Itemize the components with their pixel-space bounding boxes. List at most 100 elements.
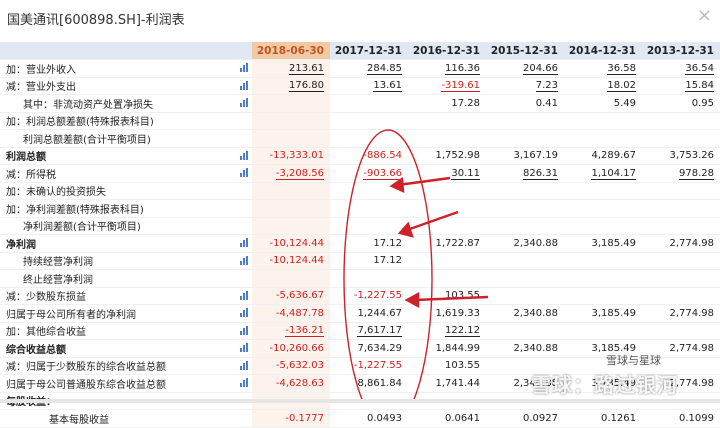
table-row[interactable]: 加：利润总额差额(特殊报表科目) (0, 112, 720, 130)
row-label: 终止经营净利润 (0, 269, 236, 288)
chart-icon-cell[interactable] (236, 357, 252, 375)
value-text: -1,227.55 (353, 290, 402, 302)
value-cell[interactable]: 15.84 (642, 77, 720, 95)
table-row[interactable]: 加：其他综合收益 -136.21 7,617.17 122.12 (0, 322, 720, 340)
bar-chart-icon[interactable] (239, 98, 249, 108)
chart-icon-cell (236, 112, 252, 130)
table-row[interactable]: 其中：非流动资产处置净损失 17.28 0.41 5.49 0.95 (0, 94, 720, 113)
value-cell (252, 217, 330, 235)
value-text: -0.1777 (285, 412, 324, 424)
bar-chart-icon[interactable] (239, 255, 249, 265)
value-text: -5,632.03 (275, 360, 324, 372)
bar-chart-icon[interactable] (239, 168, 249, 178)
bar-chart-icon[interactable] (239, 63, 249, 73)
table-row[interactable]: 加：营业外收入 213.61 284.85 116.36 204.66 36.58 36.5… (0, 59, 720, 78)
column-header[interactable]: 2017-12-31 (330, 42, 408, 60)
value-text: 2,340.88 (513, 237, 558, 249)
chart-icon-cell (236, 182, 252, 200)
chart-icon-cell[interactable] (236, 77, 252, 95)
value-text: 1,752.98 (435, 150, 480, 162)
value-cell (486, 217, 564, 235)
chart-icon-cell[interactable] (236, 374, 252, 393)
column-header[interactable]: 2016-12-31 (408, 42, 486, 60)
value-cell[interactable]: -319.61 (408, 77, 486, 95)
value-cell[interactable]: 204.66 (486, 59, 564, 78)
value-cell[interactable]: 176.80 (252, 77, 330, 95)
chart-icon-cell[interactable] (236, 59, 252, 78)
value-cell[interactable]: 36.54 (642, 59, 720, 78)
value-cell: 2,774.98 (642, 234, 720, 253)
value-cell[interactable]: 122.12 (408, 322, 486, 340)
table-row[interactable]: 净利润差额(合计平衡项目) (0, 217, 720, 235)
bar-chart-icon[interactable] (239, 238, 249, 248)
value-cell[interactable]: 30.11 (408, 164, 486, 183)
table-row[interactable]: 减：所得税 -3,208.56 -903.66 30.11 826.31 1,104.17… (0, 164, 720, 183)
column-header[interactable]: 2014-12-31 (564, 42, 642, 60)
chart-icon-cell[interactable] (236, 234, 252, 253)
close-icon[interactable]: × (697, 6, 712, 26)
value-cell: 103.55 (408, 357, 486, 375)
chart-icon-cell[interactable] (236, 339, 252, 358)
bar-chart-icon[interactable] (239, 378, 249, 388)
value-cell[interactable]: 13.61 (330, 77, 408, 95)
bar-chart-icon[interactable] (239, 150, 249, 160)
value-cell[interactable]: 7,617.17 (330, 322, 408, 340)
value-cell[interactable]: 7.23 (486, 77, 564, 95)
value-cell[interactable]: 978.28 (642, 164, 720, 183)
value-cell[interactable]: 116.36 (408, 59, 486, 78)
bar-chart-icon[interactable] (239, 308, 249, 318)
column-header[interactable]: 2013-12-31 (642, 42, 720, 60)
value-cell[interactable]: 36.58 (564, 59, 642, 78)
value-text: -4,487.78 (275, 307, 324, 319)
row-label: 利润总额 (0, 147, 236, 165)
bar-chart-icon[interactable] (239, 80, 249, 90)
value-cell[interactable]: -903.66 (330, 164, 408, 183)
bar-chart-icon[interactable] (239, 325, 249, 335)
value-cell[interactable]: 1,104.17 (564, 164, 642, 183)
value-cell[interactable]: 213.61 (252, 59, 330, 78)
table-row[interactable]: 基本每股收益 -0.1777 0.0493 0.0641 0.0927 0.1261 0.1… (0, 409, 720, 428)
value-cell: -4,628.63 (252, 374, 330, 393)
table-row[interactable]: 加：净利润差额(特殊报表科目) (0, 199, 720, 218)
chart-icon-cell[interactable] (236, 287, 252, 305)
value-cell (408, 217, 486, 235)
table-row[interactable]: 终止经营净利润 (0, 269, 720, 288)
value-cell (564, 217, 642, 235)
watermark-text: 雪球：路过银河 (531, 373, 678, 397)
window-titlebar: 国美通讯[600898.SH]-利润表 × (0, 0, 720, 38)
column-header[interactable]: 2018-06-30 (252, 42, 330, 60)
value-cell (642, 182, 720, 200)
value-text: -13,333.01 (269, 150, 324, 162)
horizontal-scrollbar[interactable] (0, 399, 720, 403)
table-row[interactable]: 净利润 -10,124.44 17.12 1,722.87 2,340.88 3,185.… (0, 234, 720, 253)
chart-icon-cell[interactable] (236, 322, 252, 340)
value-cell[interactable]: 284.85 (330, 59, 408, 78)
table-row[interactable]: 减：少数股东损益 -5,636.67 -1,227.55 103.55 (0, 287, 720, 305)
column-header[interactable]: 2015-12-31 (486, 42, 564, 60)
table-row[interactable]: 利润总额 -13,333.01 -886.54 1,752.98 3,167.19 4,2… (0, 147, 720, 165)
value-cell: 5.49 (564, 94, 642, 113)
row-label: 持续经营净利润 (0, 252, 236, 270)
chart-icon-cell[interactable] (236, 304, 252, 323)
table-row[interactable]: 利润总额差额(合计平衡项目) (0, 129, 720, 148)
chart-icon-cell[interactable] (236, 164, 252, 183)
value-text: -10,260.66 (269, 342, 324, 354)
chart-icon-cell[interactable] (236, 147, 252, 165)
bar-chart-icon[interactable] (239, 343, 249, 353)
value-cell[interactable]: -136.21 (252, 322, 330, 340)
value-cell[interactable]: -3,208.56 (252, 164, 330, 183)
value-cell: 17.12 (330, 252, 408, 270)
bar-chart-icon[interactable] (239, 290, 249, 300)
value-cell[interactable]: 18.02 (564, 77, 642, 95)
value-cell (330, 112, 408, 130)
value-cell[interactable]: 826.31 (486, 164, 564, 183)
table-row[interactable]: 归属于母公司所有者的净利润 -4,487.78 1,244.67 1,619.33 2,… (0, 304, 720, 323)
chart-icon-cell[interactable] (236, 94, 252, 113)
table-row[interactable]: 加：未确认的投资损失 (0, 182, 720, 200)
bar-chart-icon[interactable] (239, 360, 249, 370)
chart-icon-cell[interactable] (236, 252, 252, 270)
value-text: 103.55 (445, 360, 480, 372)
table-row[interactable]: 减：营业外支出 176.80 13.61 -319.61 7.23 18.02 15.84 (0, 77, 720, 95)
value-text: 7,634.29 (357, 342, 402, 354)
table-row[interactable]: 持续经营净利润 -10,124.44 17.12 (0, 252, 720, 270)
